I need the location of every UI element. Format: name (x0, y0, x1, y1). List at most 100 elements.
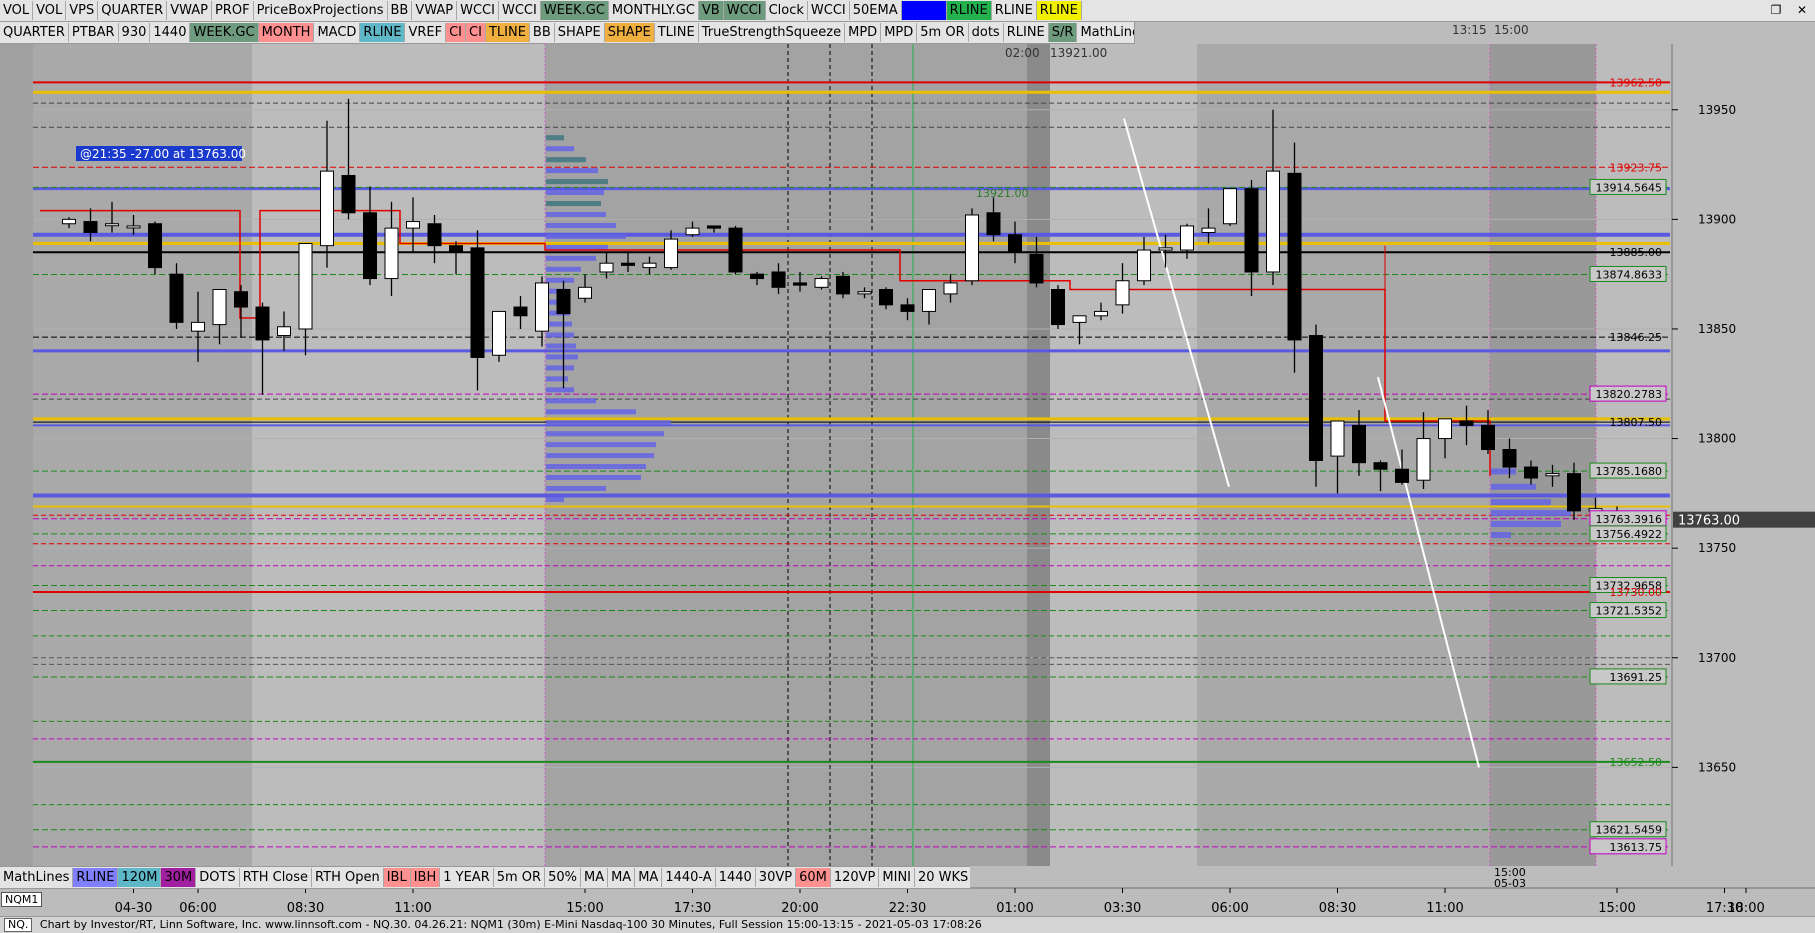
level-label-9: 13763.3916 (1596, 513, 1662, 526)
toolbar-button-week-gc[interactable]: WEEK.GC (190, 23, 259, 42)
toolbar-button-prof[interactable]: PROF (212, 1, 254, 20)
close-window-icon[interactable]: ✕ (1789, 0, 1815, 21)
candle-body-34 (793, 282, 807, 286)
candle-body-33 (771, 271, 786, 288)
toolbar-button-ma[interactable]: MA (608, 868, 636, 887)
x-tick-label-7: 22:30 (889, 901, 926, 916)
toolbar-button-30vp[interactable]: 30VP (756, 868, 797, 887)
toolbar-button-60m[interactable]: 60M (796, 868, 831, 887)
symbol-box[interactable]: NQM1 (1, 892, 43, 907)
vp-right-bar-3 (1491, 510, 1571, 517)
toolbar-button-vwap[interactable]: VWAP (167, 1, 212, 20)
x-tick-label-9: 03:30 (1104, 901, 1141, 916)
toolbar-button-rline[interactable]: RLINE (1004, 23, 1049, 42)
candle-body-36 (836, 275, 850, 295)
candle-body-65 (1459, 420, 1474, 426)
toolbar-button-ma[interactable]: MA (581, 868, 609, 887)
toolbar-button-rline[interactable]: RLINE (946, 1, 992, 20)
candle-body-31 (728, 227, 743, 273)
candle-body-41 (943, 282, 958, 295)
toolbar-button-5m-or[interactable]: 5m OR (494, 868, 546, 887)
toolbar-button-ma[interactable]: MA (635, 868, 663, 887)
toolbar-button-1440-a[interactable]: 1440-A (662, 868, 716, 887)
restore-window-icon[interactable]: ❐ (1763, 0, 1789, 21)
vp-bar-11 (546, 255, 596, 261)
toolbar-button-rline[interactable]: RLINE (992, 1, 1037, 20)
toolbar-button-rline[interactable]: RLINE (901, 1, 947, 20)
toolbar-button-30m[interactable]: 30M (161, 868, 197, 887)
last-price-tag: 13763.00 (1678, 514, 1740, 529)
toolbar-button-120vp[interactable]: 120VP (831, 868, 880, 887)
candle-body-30 (707, 225, 721, 229)
status-symbol[interactable]: NQ. (4, 918, 33, 932)
toolbar-button-wcci[interactable]: WCCI (457, 1, 499, 20)
toolbar-button-ci[interactable]: CI (466, 23, 486, 42)
toolbar-button-s-r[interactable]: S/R (1048, 23, 1078, 42)
toolbar-button-50-[interactable]: 50% (545, 868, 581, 887)
toolbar-button-bb[interactable]: BB (388, 1, 413, 20)
candle-body-28 (664, 238, 678, 269)
toolbar-button-wcci[interactable]: WCCI (499, 1, 541, 20)
toolbar-button-vwap[interactable]: VWAP (412, 1, 458, 20)
toolbar-button-mathlines[interactable]: MathLines (0, 868, 74, 887)
candle-body-42 (965, 214, 979, 282)
toolbar-button-tline[interactable]: TLINE (485, 23, 530, 42)
toolbar-button-week-gc[interactable]: WEEK.GC (540, 1, 609, 20)
toolbar-button-bb[interactable]: BB (530, 23, 555, 42)
toolbar-button-1440[interactable]: 1440 (150, 23, 191, 42)
level-label-14: 13691.25 (1610, 671, 1663, 684)
toolbar-button-dots[interactable]: DOTS (196, 868, 240, 887)
toolbar-button-mathlines[interactable]: MathLines (1077, 23, 1134, 42)
toolbar-button-rth-close[interactable]: RTH Close (240, 868, 313, 887)
toolbar-button-5m-or[interactable]: 5m OR (917, 23, 969, 42)
toolbar-button-120m[interactable]: 120M (118, 868, 162, 887)
toolbar-button-wcci[interactable]: WCCI (808, 1, 850, 20)
vp-bar-7 (546, 211, 606, 217)
toolbar-button-rline[interactable]: RLINE (73, 868, 119, 887)
toolbar-button-vol[interactable]: VOL (33, 1, 67, 20)
toolbar-button-truestrengthsqueeze[interactable]: TrueStrengthSqueeze (699, 23, 846, 42)
candle-body-6 (191, 321, 205, 332)
toolbar-button-rline[interactable]: RLINE (360, 23, 406, 42)
toolbar-button-quarter[interactable]: QUARTER (98, 1, 168, 20)
toolbar-button-quarter[interactable]: QUARTER (0, 23, 69, 42)
vp-bar-22 (546, 376, 568, 382)
toolbar-button-930[interactable]: 930 (119, 23, 151, 42)
toolbar-button-vref[interactable]: VREF (405, 23, 447, 42)
toolbar-button-vol[interactable]: VOL (0, 1, 34, 20)
candle-body-19 (470, 247, 485, 358)
toolbar-button-mpd[interactable]: MPD (845, 23, 882, 42)
y-tick-label-2: 13750 (1698, 541, 1736, 555)
toolbar-button-ptbar[interactable]: PTBAR (69, 23, 119, 42)
status-bar: NQ. Chart by Investor/RT, Linn Software,… (0, 916, 1815, 933)
candle-body-13 (341, 175, 356, 214)
toolbar-button-20-wks[interactable]: 20 WKS (915, 868, 970, 887)
toolbar-button-mini[interactable]: MINI (879, 868, 915, 887)
toolbar-button-tline[interactable]: TLINE (655, 23, 699, 42)
toolbar-button-shape[interactable]: SHAPE (604, 23, 655, 42)
toolbar-button-ibl[interactable]: IBL (383, 868, 411, 887)
toolbar-button-monthly-gc[interactable]: MONTHLY.GC (609, 1, 699, 20)
toolbar-button-ibh[interactable]: IBH (410, 868, 441, 887)
price-chart[interactable]: 13650 13700 13750 13800 13850 13900 13950 13962… (0, 0, 1815, 932)
toolbar-button-clock[interactable]: Clock (766, 1, 808, 20)
toolbar-button-vps[interactable]: VPS (66, 1, 99, 20)
toolbar-button-ci[interactable]: CI (446, 23, 467, 42)
toolbar-button-month[interactable]: MONTH (258, 23, 315, 42)
toolbar-button-priceboxprojections[interactable]: PriceBoxProjections (254, 1, 388, 20)
toolbar-button-1-year[interactable]: 1 YEAR (440, 868, 494, 887)
toolbar-button-50ema[interactable]: 50EMA (850, 1, 902, 20)
toolbar-button-mpd[interactable]: MPD (881, 23, 918, 42)
candle-body-26 (621, 262, 635, 266)
toolbar-button-vb[interactable]: VB (698, 1, 724, 20)
toolbar-button-rth-open[interactable]: RTH Open (312, 868, 384, 887)
toolbar-button-shape[interactable]: SHAPE (555, 23, 605, 42)
vp-bar-5 (546, 190, 604, 196)
toolbar-button-1440[interactable]: 1440 (716, 868, 756, 887)
toolbar-button-dots[interactable]: dots (969, 23, 1004, 42)
toolbar-button-macd[interactable]: MACD (314, 23, 361, 42)
toolbar-button-wcci[interactable]: WCCI (723, 1, 766, 20)
candle-body-15 (384, 227, 399, 280)
toolbar-button-rline[interactable]: RLINE (1036, 1, 1082, 20)
vp-bar-17 (546, 321, 572, 327)
